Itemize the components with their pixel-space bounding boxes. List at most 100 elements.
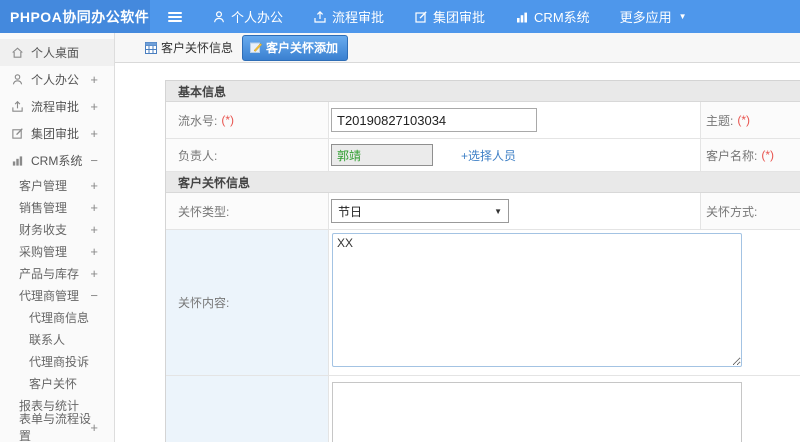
approval-icon <box>11 127 24 140</box>
serial-number-input[interactable] <box>331 108 537 132</box>
nav-item-label: CRM系统 <box>534 10 590 25</box>
sidebar-item-finance[interactable]: 财务收支 + <box>0 218 114 240</box>
sidebar-item-process-approval[interactable]: 流程审批 + <box>0 93 114 120</box>
customer-name-label-cell: 客户名称: (*) <box>701 139 800 171</box>
selected-option: 节日 <box>338 204 363 219</box>
care-method-label-cell: 关怀方式: <box>701 193 800 229</box>
section-title: 客户关怀信息 <box>178 175 251 190</box>
owner-field-cell: +选择人员 <box>329 139 701 171</box>
required-marker: (*) <box>761 148 775 162</box>
serial-label-cell: 流水号: (*) <box>166 102 329 138</box>
sidebar-item-label: 销售管理 <box>19 200 68 215</box>
nav-item-label: 流程审批 <box>332 10 385 25</box>
sidebar-item-label: 个人办公 <box>31 73 80 87</box>
expand-plus-icon[interactable]: + <box>90 222 98 237</box>
sidebar-item-label: CRM系统 <box>31 154 83 168</box>
home-icon <box>11 46 24 59</box>
sidebar-item-form-process-settings[interactable]: 表单与流程设置 + <box>0 412 114 442</box>
nav-group-approval[interactable]: 集团审批 <box>414 7 485 26</box>
sidebar-item-crm-system[interactable]: CRM系统 − <box>0 147 114 174</box>
sidebar-item-contacts[interactable]: 联系人 <box>0 328 114 350</box>
sidebar-item-agent-mgmt[interactable]: 代理商管理 − <box>0 284 114 306</box>
approval-icon <box>415 10 427 23</box>
extra-content-textarea[interactable] <box>332 382 742 442</box>
nav-item-label: 集团审批 <box>433 10 486 25</box>
bar-chart-icon <box>517 12 528 22</box>
sidebar-item-label: 代理商管理 <box>19 288 80 303</box>
tab-label: 客户关怀添加 <box>266 40 339 55</box>
sidebar-item-personal-desktop[interactable]: 个人桌面 <box>0 39 114 66</box>
tab-customer-care-add[interactable]: 客户关怀添加 <box>242 34 349 61</box>
required-marker: (*) <box>737 113 751 127</box>
collapse-minus-icon[interactable]: − <box>90 288 98 303</box>
field-label: 主题: <box>706 113 734 128</box>
care-type-field-cell: 节日 ▼ <box>329 193 701 229</box>
sidebar-item-label: 财务收支 <box>19 222 68 237</box>
sidebar-item-customer-mgmt[interactable]: 客户管理 + <box>0 174 114 196</box>
chevron-down-icon: ▼ <box>678 12 687 21</box>
owner-input[interactable] <box>331 144 433 166</box>
customer-care-form: 基本信息 流水号: (*) 主题: (*) 负责人: +选择人员 客户名称: (… <box>165 80 800 442</box>
tab-customer-care-info[interactable]: 客户关怀信息 <box>145 39 233 56</box>
expand-plus-icon[interactable]: + <box>90 244 98 259</box>
hamburger-menu-icon[interactable] <box>164 8 186 26</box>
nav-item-label: 更多应用 <box>619 10 672 25</box>
sidebar-item-label: 采购管理 <box>19 244 68 259</box>
sidebar-item-group-approval[interactable]: 集团审批 + <box>0 120 114 147</box>
sidebar-item-admin-office[interactable]: 行政办公 + <box>0 438 114 442</box>
person-icon <box>214 10 224 22</box>
sidebar-item-agent-complaints[interactable]: 代理商投诉 <box>0 350 114 372</box>
field-label: 关怀类型: <box>178 204 230 219</box>
tab-strip: 客户关怀信息 客户关怀添加 <box>115 33 800 63</box>
sidebar-item-agent-info[interactable]: 代理商信息 <box>0 306 114 328</box>
sidebar-item-label: 客户关怀 <box>29 376 78 391</box>
field-label: 关怀方式: <box>706 204 758 219</box>
expand-plus-icon[interactable]: + <box>90 99 98 114</box>
sidebar-item-purchasing[interactable]: 采购管理 + <box>0 240 114 262</box>
process-icon <box>314 10 326 23</box>
sidebar-item-label: 代理商信息 <box>29 310 90 325</box>
care-type-select[interactable]: 节日 ▼ <box>331 199 509 223</box>
form-row-owner: 负责人: +选择人员 客户名称: (*) <box>166 139 800 172</box>
app-logo[interactable]: PHPOA协同办公软件 <box>0 0 150 33</box>
nav-item-label: 个人办公 <box>231 10 284 25</box>
care-content-textarea[interactable]: XX <box>332 233 742 367</box>
collapse-minus-icon[interactable]: − <box>90 153 98 168</box>
sidebar-item-label: 集团审批 <box>31 127 80 141</box>
select-personnel-link[interactable]: +选择人员 <box>461 147 516 164</box>
required-marker: (*) <box>221 113 235 127</box>
sidebar-item-label: 代理商投诉 <box>29 354 90 369</box>
top-nav-bar: PHPOA协同办公软件 个人办公 流程审批 集团审批 CRM系统 更多应用 ▼ <box>0 0 800 33</box>
expand-plus-icon[interactable]: + <box>90 266 98 281</box>
sidebar-item-products-inventory[interactable]: 产品与库存 + <box>0 262 114 284</box>
expand-plus-icon[interactable]: + <box>90 420 98 435</box>
nav-crm-system[interactable]: CRM系统 <box>515 7 590 26</box>
expand-plus-icon[interactable]: + <box>90 126 98 141</box>
expand-plus-icon[interactable]: + <box>90 72 98 87</box>
nav-more-apps[interactable]: 更多应用 ▼ <box>620 7 687 26</box>
sidebar-item-sales-mgmt[interactable]: 销售管理 + <box>0 196 114 218</box>
sidebar-item-label: 客户管理 <box>19 178 68 193</box>
tab-label: 客户关怀信息 <box>161 41 234 55</box>
person-icon <box>11 73 24 86</box>
form-row-care-type: 关怀类型: 节日 ▼ 关怀方式: <box>166 193 800 230</box>
expand-plus-icon[interactable]: + <box>90 200 98 215</box>
bar-chart-icon <box>11 154 24 167</box>
dropdown-arrow-icon: ▼ <box>494 206 502 216</box>
sidebar-nav: 个人桌面 个人办公 + 流程审批 + 集团审批 + CRM系统 − 客户管理 +… <box>0 33 115 442</box>
table-icon <box>145 41 157 54</box>
sidebar-item-label: 流程审批 <box>31 100 80 114</box>
section-header-basic-info: 基本信息 <box>166 81 800 102</box>
extra-content-field-cell <box>329 376 800 442</box>
nav-process-approval[interactable]: 流程审批 <box>313 7 384 26</box>
nav-personal-office[interactable]: 个人办公 <box>212 7 283 26</box>
section-header-care-info: 客户关怀信息 <box>166 172 800 193</box>
expand-plus-icon[interactable]: + <box>90 178 98 193</box>
form-row-care-content: 关怀内容: XX <box>166 230 800 376</box>
sidebar-item-label: 个人桌面 <box>31 46 80 60</box>
extra-content-label-cell <box>166 376 329 442</box>
sidebar-item-personal-office[interactable]: 个人办公 + <box>0 66 114 93</box>
edit-icon <box>250 42 263 53</box>
sidebar-item-customer-care[interactable]: 客户关怀 <box>0 372 114 394</box>
care-content-field-cell: XX <box>329 230 800 375</box>
